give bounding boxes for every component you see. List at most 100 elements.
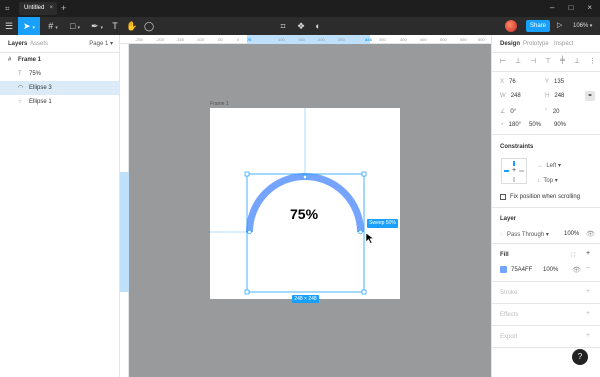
component-icon[interactable]: ❖ (295, 17, 307, 35)
ruler-tick: -150 (176, 37, 185, 42)
minimize-icon[interactable]: – (550, 2, 554, 14)
align-bottom-icon[interactable]: ⊥ (574, 57, 580, 67)
w-field[interactable]: W 248 (500, 93, 521, 99)
comment-tool-button[interactable]: ◯ (142, 17, 156, 35)
close-window-icon[interactable]: × (587, 2, 592, 14)
blend-mode-select[interactable]: ◌ Pass Through ▾ (500, 231, 549, 238)
ruler-tick-selection-start: 76 (247, 37, 252, 42)
divider (492, 71, 600, 72)
tab-layers[interactable]: Layers (8, 35, 27, 53)
mask-icon[interactable]: ◐ (312, 17, 324, 35)
frame[interactable] (210, 108, 400, 299)
y-field[interactable]: Y 135 (545, 79, 564, 85)
constrain-proportions-icon[interactable]: ⚭ (585, 91, 595, 101)
rotation-field[interactable]: ∠ 0° (500, 108, 516, 115)
share-button[interactable]: Share (526, 20, 550, 32)
styles-grid-icon[interactable]: ∷ (571, 251, 575, 259)
hand-tool-button[interactable]: ✋ (124, 17, 140, 35)
hamburger-icon[interactable]: ☰ (0, 17, 18, 35)
arc-sweep-field[interactable]: 50% (529, 122, 541, 128)
fix-position-checkbox[interactable] (500, 194, 506, 200)
add-fill-icon[interactable]: + (586, 250, 590, 257)
constraint-horizontal-select[interactable]: ↔ Left ▾ (537, 162, 561, 169)
zoom-dropdown[interactable]: 106% ▾ (573, 20, 592, 32)
document-tab[interactable]: Untitled × (19, 2, 57, 15)
help-button[interactable]: ? (572, 349, 588, 365)
add-stroke-icon[interactable]: + (586, 288, 590, 295)
tab-inspect[interactable]: Inspect (554, 35, 573, 53)
present-play-icon[interactable]: ▷ (557, 20, 562, 32)
avatar[interactable] (505, 20, 517, 32)
figma-logo-icon[interactable]: ⌗ (5, 4, 11, 13)
x-value: 76 (509, 79, 516, 85)
tab-design[interactable]: Design (500, 35, 520, 53)
frame-icon: # (8, 57, 12, 63)
comment-icon: ◯ (143, 21, 155, 31)
layer-item-frame[interactable]: # Frame 1 (0, 53, 119, 67)
crop-icon[interactable]: ⌗ (277, 17, 289, 35)
align-horizontal-center-icon[interactable]: ⊥ (515, 57, 521, 67)
corner-radius-field[interactable]: ⌜ 20 (545, 108, 560, 115)
title-bar: ⌗ Untitled × + – □ × (0, 0, 600, 17)
chevron-down-icon: ▾ (32, 25, 36, 31)
y-value: 135 (554, 79, 565, 85)
add-export-icon[interactable]: + (586, 332, 590, 339)
layer-item-text[interactable]: T 75% (0, 67, 119, 81)
align-left-icon[interactable]: ⊢ (500, 57, 506, 67)
close-tab-icon[interactable]: × (49, 2, 53, 15)
cursor-arrow-icon: ➤ (22, 21, 31, 31)
constraint-right-marker[interactable] (519, 170, 524, 172)
x-field[interactable]: X 76 (500, 79, 516, 85)
layer-title: Layer (500, 216, 517, 222)
arc-start-field[interactable]: ◔ 180° (500, 122, 521, 128)
horizontal-constraint-icon: ↔ (537, 163, 543, 169)
constraints-widget[interactable]: + (501, 158, 527, 184)
h-label: H (545, 93, 550, 99)
page-selector[interactable]: Page 1 ▾ (89, 35, 113, 53)
layer-item-ellipse-1[interactable]: ○ Ellipse 1 (0, 95, 119, 109)
horizontal-ruler: -250 -200 -150 -100 -50 0 76 100 150 200… (120, 35, 491, 44)
align-vertical-center-icon[interactable]: ╪ (560, 57, 565, 67)
arc-ratio-field[interactable]: 90% (554, 122, 566, 128)
frame-label[interactable]: Frame 1 (210, 101, 229, 107)
percentage-text[interactable]: 75% (290, 206, 318, 222)
visibility-eye-icon[interactable]: 👁 (586, 230, 595, 238)
fill-color-swatch[interactable] (500, 266, 507, 273)
fill-hex[interactable]: 75A4FF (511, 267, 532, 273)
maximize-icon[interactable]: □ (568, 2, 573, 14)
arc-start-value: 180° (508, 122, 522, 128)
ruler-tick: 450 (420, 37, 427, 42)
text-tool-button[interactable]: T (108, 17, 122, 35)
new-tab-icon[interactable]: + (61, 2, 66, 14)
constraint-vertical-select[interactable]: ↕ Top ▾ (537, 177, 558, 184)
distribute-icon[interactable]: ⋮ (589, 57, 596, 67)
constraint-left-marker[interactable] (504, 170, 509, 172)
add-effect-icon[interactable]: + (586, 310, 590, 317)
shape-tool-button[interactable]: □ ▾ (64, 17, 86, 35)
document-tab-title: Untitled (24, 5, 45, 11)
layer-label: Frame 1 (18, 57, 42, 63)
constraint-top-marker[interactable] (513, 161, 515, 166)
ruler-tick: -100 (196, 37, 205, 42)
tab-prototype[interactable]: Prototype (523, 35, 549, 53)
align-top-icon[interactable]: ⊤ (545, 57, 551, 67)
move-tool-button[interactable]: ➤ ▾ (18, 17, 40, 35)
fill-opacity[interactable]: 100% (543, 267, 558, 273)
constraint-bottom-marker[interactable] (513, 177, 515, 182)
fill-visibility-eye-icon[interactable]: 👁 (572, 266, 581, 274)
layer-item-ellipse-3[interactable]: ◠ Ellipse 3 (0, 81, 119, 95)
rectangle-icon: □ (70, 21, 76, 31)
rotation-icon: ∠ (500, 109, 506, 115)
align-right-icon[interactable]: ⊣ (530, 57, 536, 67)
h-field[interactable]: H 248 (545, 93, 564, 99)
layer-opacity[interactable]: 100% (564, 231, 579, 237)
remove-fill-icon[interactable]: − (586, 265, 590, 272)
divider (492, 347, 600, 348)
pen-tool-button[interactable]: ✒ ▾ (86, 17, 108, 35)
ellipse-icon: ○ (18, 99, 22, 105)
effects-title: Effects (500, 312, 519, 318)
y-label: Y (545, 79, 550, 85)
corner-radius-value: 20 (552, 109, 560, 115)
frame-tool-button[interactable]: # ▾ (42, 17, 64, 35)
tab-assets[interactable]: Assets (30, 35, 48, 53)
